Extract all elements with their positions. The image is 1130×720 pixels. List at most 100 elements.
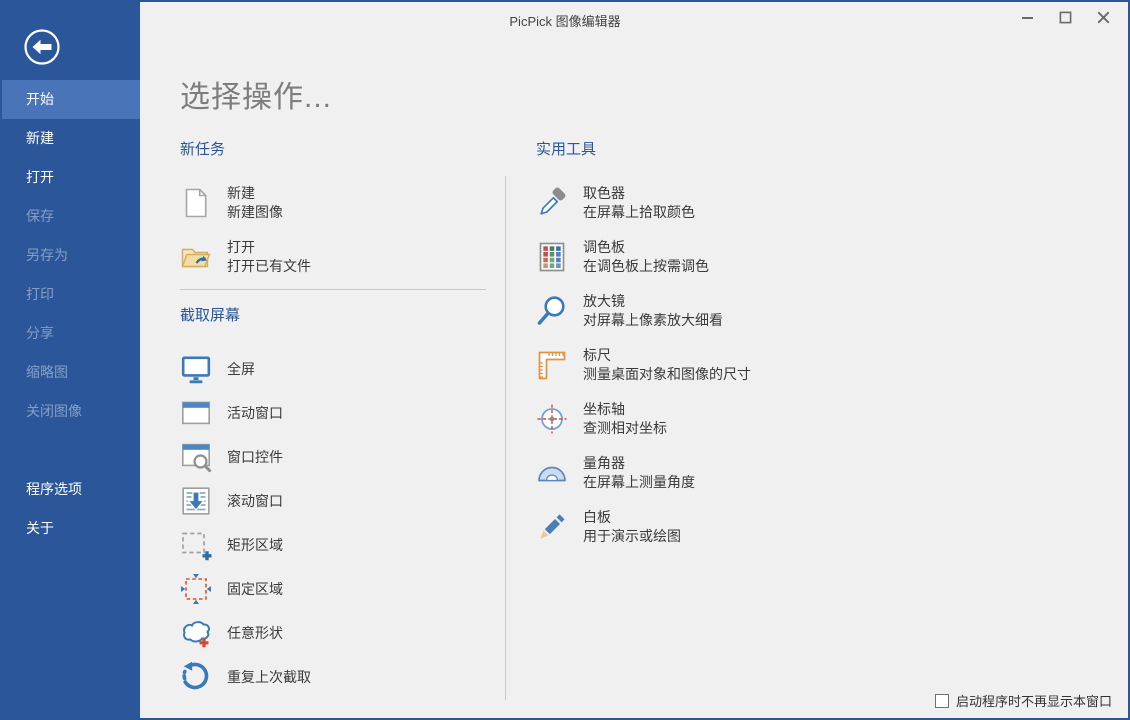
fixed-region-item[interactable]: 固定区域 xyxy=(180,567,486,611)
item-title: 打开 xyxy=(227,238,311,257)
magnifier-item[interactable]: 放大镜对屏幕上像素放大细看 xyxy=(536,289,906,333)
sidebar-item-new[interactable]: 新建 xyxy=(2,119,140,158)
rectangle-region-item[interactable]: 矩形区域 xyxy=(180,523,486,567)
item-subtitle: 在调色板上按需调色 xyxy=(583,257,709,276)
minimize-button[interactable] xyxy=(1008,2,1046,32)
item-subtitle: 在屏幕上拾取颜色 xyxy=(583,203,695,222)
item-title: 取色器 xyxy=(583,184,695,203)
repeat-capture-icon xyxy=(180,661,212,693)
back-arrow-icon xyxy=(21,26,63,68)
item-title: 全屏 xyxy=(227,360,255,379)
open-folder-icon xyxy=(180,241,212,273)
item-title: 新建 xyxy=(227,184,283,203)
protractor-item[interactable]: 量角器在屏幕上测量角度 xyxy=(536,451,906,495)
item-title: 活动窗口 xyxy=(227,404,283,423)
minimize-icon xyxy=(1021,11,1034,24)
active-window-icon xyxy=(180,397,212,429)
item-title: 标尺 xyxy=(583,346,751,365)
open-folder-item[interactable]: 打开打开已有文件 xyxy=(180,235,486,279)
new-task-item-list: 新建新建图像打开打开已有文件 xyxy=(180,181,486,279)
fixed-region-icon xyxy=(180,573,212,605)
item-subtitle: 对屏幕上像素放大细看 xyxy=(583,311,723,330)
protractor-icon xyxy=(536,457,568,489)
ruler-item[interactable]: 标尺测量桌面对象和图像的尺寸 xyxy=(536,343,906,387)
sidebar-item-save-as: 另存为 xyxy=(2,236,140,275)
sidebar-item-save: 保存 xyxy=(2,197,140,236)
section-title-tools: 实用工具 xyxy=(536,138,906,159)
sidebar-item-program-options[interactable]: 程序选项 xyxy=(2,470,140,509)
item-subtitle: 用于演示或绘图 xyxy=(583,527,681,546)
sidebar-item-start[interactable]: 开始 xyxy=(2,80,140,119)
right-column: 实用工具 取色器在屏幕上拾取颜色调色板在调色板上按需调色放大镜对屏幕上像素放大细… xyxy=(536,138,906,559)
item-subtitle: 查测相对坐标 xyxy=(583,419,667,438)
item-title: 固定区域 xyxy=(227,580,283,599)
item-title: 量角器 xyxy=(583,454,695,473)
picpick-window: 开始新建打开保存另存为打印分享缩略图关闭图像 程序选项关于 PicPick 图像… xyxy=(0,0,1130,720)
item-title: 坐标轴 xyxy=(583,400,667,419)
close-icon xyxy=(1097,11,1110,24)
sidebar: 开始新建打开保存另存为打印分享缩略图关闭图像 程序选项关于 xyxy=(2,2,140,718)
section-title-screen-capture: 截取屏幕 xyxy=(180,304,486,325)
new-document-item[interactable]: 新建新建图像 xyxy=(180,181,486,225)
window-control-icon xyxy=(180,441,212,473)
crosshair-icon xyxy=(536,403,568,435)
color-picker-item[interactable]: 取色器在屏幕上拾取颜色 xyxy=(536,181,906,225)
maximize-icon xyxy=(1059,11,1072,24)
sidebar-item-close-image: 关闭图像 xyxy=(2,392,140,431)
sidebar-item-open[interactable]: 打开 xyxy=(2,158,140,197)
left-column: 新任务 新建新建图像打开打开已有文件 截取屏幕 全屏活动窗口窗口控件滚动窗口矩形… xyxy=(180,138,486,699)
magnifier-icon xyxy=(536,295,568,327)
freehand-item[interactable]: 任意形状 xyxy=(180,611,486,655)
repeat-capture-item[interactable]: 重复上次截取 xyxy=(180,655,486,699)
item-subtitle: 在屏幕上测量角度 xyxy=(583,473,695,492)
scrolling-window-icon xyxy=(180,485,212,517)
scrolling-window-item[interactable]: 滚动窗口 xyxy=(180,479,486,523)
item-title: 重复上次截取 xyxy=(227,668,311,687)
sidebar-item-thumbnail: 缩略图 xyxy=(2,353,140,392)
window-title: PicPick 图像编辑器 xyxy=(509,11,620,30)
column-divider xyxy=(505,176,506,700)
rectangle-region-icon xyxy=(180,529,212,561)
item-title: 窗口控件 xyxy=(227,448,283,467)
freehand-icon xyxy=(180,617,212,649)
sidebar-item-about[interactable]: 关于 xyxy=(2,509,140,548)
item-subtitle: 测量桌面对象和图像的尺寸 xyxy=(583,365,751,384)
main-area: PicPick 图像编辑器 选择操作... 新任务 新建新建图像打开打开已有文件… xyxy=(140,2,1128,718)
close-button[interactable] xyxy=(1084,2,1122,32)
window-control-item[interactable]: 窗口控件 xyxy=(180,435,486,479)
color-palette-item[interactable]: 调色板在调色板上按需调色 xyxy=(536,235,906,279)
fullscreen-icon xyxy=(180,353,212,385)
color-picker-icon xyxy=(536,187,568,219)
item-title: 滚动窗口 xyxy=(227,492,283,511)
section-title-new-task: 新任务 xyxy=(180,138,486,159)
startup-checkbox-label: 启动程序时不再显示本窗口 xyxy=(956,691,1112,710)
back-button[interactable] xyxy=(21,26,63,68)
item-title: 放大镜 xyxy=(583,292,723,311)
item-title: 白板 xyxy=(583,508,681,527)
window-controls xyxy=(1008,2,1122,32)
ruler-icon xyxy=(536,349,568,381)
sidebar-item-print: 打印 xyxy=(2,275,140,314)
color-palette-icon xyxy=(536,241,568,273)
sidebar-nav: 开始新建打开保存另存为打印分享缩略图关闭图像 xyxy=(2,80,140,431)
crosshair-item[interactable]: 坐标轴查测相对坐标 xyxy=(536,397,906,441)
page-title: 选择操作... xyxy=(180,72,332,116)
item-subtitle: 打开已有文件 xyxy=(227,257,311,276)
checkbox-unchecked-icon[interactable] xyxy=(935,694,949,708)
sidebar-item-share: 分享 xyxy=(2,314,140,353)
whiteboard-icon xyxy=(536,511,568,543)
screen-capture-item-list: 全屏活动窗口窗口控件滚动窗口矩形区域固定区域任意形状重复上次截取 xyxy=(180,347,486,699)
section-divider xyxy=(180,289,486,290)
item-title: 矩形区域 xyxy=(227,536,283,555)
item-title: 调色板 xyxy=(583,238,709,257)
item-subtitle: 新建图像 xyxy=(227,203,283,222)
tools-item-list: 取色器在屏幕上拾取颜色调色板在调色板上按需调色放大镜对屏幕上像素放大细看标尺测量… xyxy=(536,181,906,549)
startup-checkbox-row[interactable]: 启动程序时不再显示本窗口 xyxy=(935,691,1112,710)
maximize-button[interactable] xyxy=(1046,2,1084,32)
whiteboard-item[interactable]: 白板用于演示或绘图 xyxy=(536,505,906,549)
active-window-item[interactable]: 活动窗口 xyxy=(180,391,486,435)
sidebar-footer-nav: 程序选项关于 xyxy=(2,470,140,548)
item-title: 任意形状 xyxy=(227,624,283,643)
titlebar: PicPick 图像编辑器 xyxy=(140,2,1128,36)
fullscreen-item[interactable]: 全屏 xyxy=(180,347,486,391)
